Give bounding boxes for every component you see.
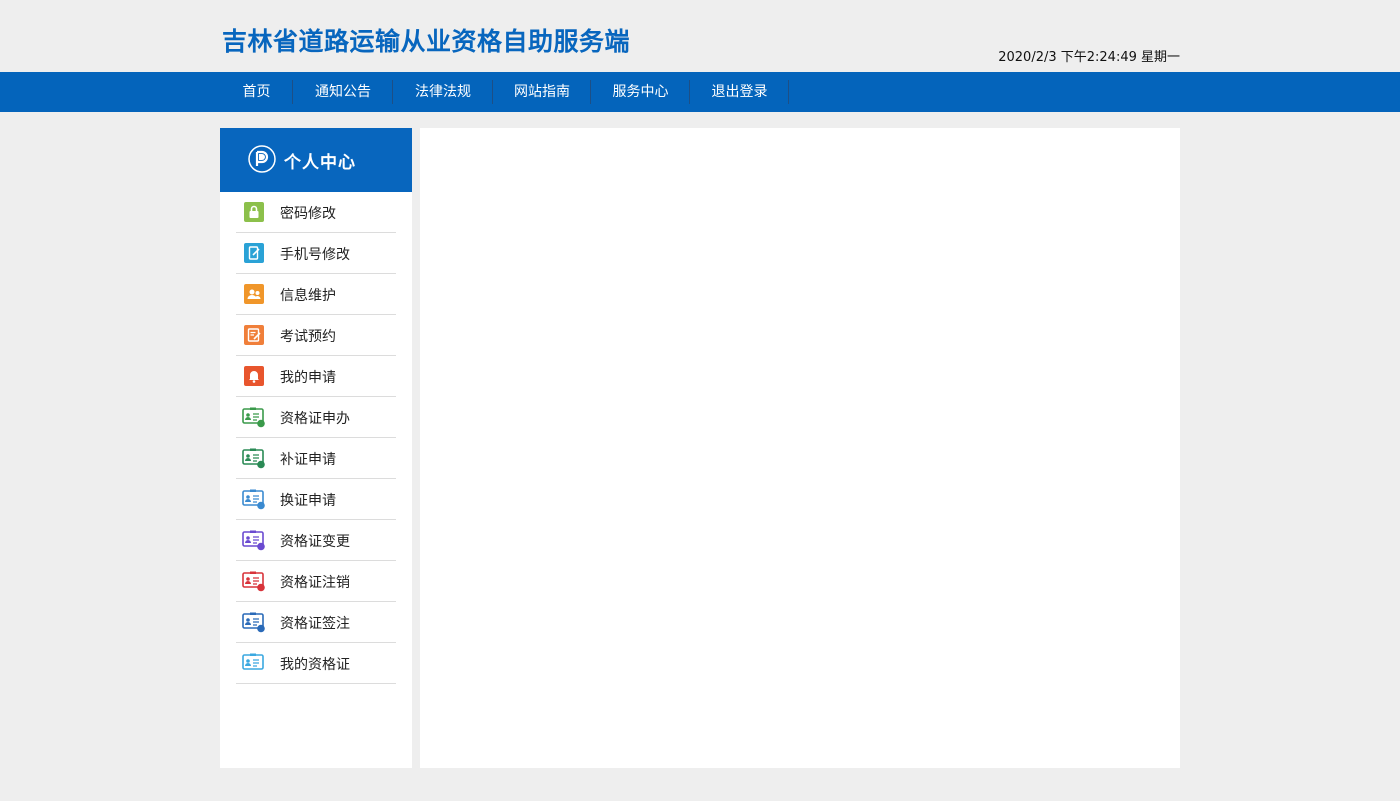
sidebar-item-label: 资格证签注	[280, 616, 350, 632]
id-card-apply-icon	[242, 407, 265, 428]
sidebar-item-label: 信息维护	[280, 288, 336, 304]
sidebar-item-label: 手机号修改	[280, 247, 350, 263]
sidebar-item-label: 我的资格证	[280, 657, 350, 673]
id-card-reissue-icon	[242, 448, 265, 469]
nav-item-site-guide[interactable]: 网站指南	[493, 72, 591, 112]
nav-item-service-center[interactable]: 服务中心	[591, 72, 690, 112]
sidebar-item-password-change[interactable]: 密码修改	[236, 192, 396, 233]
sidebar-menu: 密码修改 手机号修改 信息维护 考试预约 我的申请 资格证申办 补证申请 换证申…	[220, 192, 412, 684]
sidebar-item-label: 资格证注销	[280, 575, 350, 591]
user-info-icon	[244, 284, 264, 304]
sidebar-item-my-certificate[interactable]: 我的资格证	[236, 643, 396, 684]
id-card-endorse-icon	[242, 612, 265, 633]
nav-items: 首页 通知公告 法律法规 网站指南 服务中心 退出登录	[220, 72, 789, 112]
sidebar-header: 个人中心	[220, 128, 412, 192]
nav-item-laws[interactable]: 法律法规	[393, 72, 493, 112]
id-card-cancel-icon	[242, 571, 265, 592]
nav-item-home[interactable]: 首页	[220, 72, 293, 112]
id-card-change-icon	[242, 530, 265, 551]
sidebar-item-label: 密码修改	[280, 206, 336, 222]
id-card-renew-icon	[242, 489, 265, 510]
sidebar-item-certificate-cancel[interactable]: 资格证注销	[236, 561, 396, 602]
sidebar-item-label: 资格证申办	[280, 411, 350, 427]
sidebar-item-certificate-change[interactable]: 资格证变更	[236, 520, 396, 561]
main-content	[420, 128, 1180, 768]
sidebar-item-my-applications[interactable]: 我的申请	[236, 356, 396, 397]
sidebar-item-info-maintenance[interactable]: 信息维护	[236, 274, 396, 315]
sidebar-item-label: 资格证变更	[280, 534, 350, 550]
sidebar-item-certificate-reissue[interactable]: 补证申请	[236, 438, 396, 479]
main-nav: 首页 通知公告 法律法规 网站指南 服务中心 退出登录	[0, 72, 1400, 112]
sidebar-item-exam-booking[interactable]: 考试预约	[236, 315, 396, 356]
sidebar-item-label: 我的申请	[280, 370, 336, 386]
sidebar: 个人中心 密码修改 手机号修改 信息维护 考试预约 我的申请 资格证申办 补证申…	[220, 128, 412, 768]
sidebar-item-label: 补证申请	[280, 452, 336, 468]
sidebar-item-label: 换证申请	[280, 493, 336, 509]
id-card-mine-icon	[242, 653, 264, 670]
datetime-display: 2020/2/3 下午2:24:49 星期一	[998, 50, 1180, 65]
phone-edit-icon	[244, 243, 264, 263]
sidebar-item-certificate-renew[interactable]: 换证申请	[236, 479, 396, 520]
sidebar-item-label: 考试预约	[280, 329, 336, 345]
sidebar-item-certificate-apply[interactable]: 资格证申办	[236, 397, 396, 438]
exam-note-icon	[244, 325, 264, 345]
site-title: 吉林省道路运输从业资格自助服务端	[222, 27, 631, 56]
p-circle-logo-icon	[248, 145, 276, 173]
lock-icon	[244, 202, 264, 222]
nav-item-logout[interactable]: 退出登录	[690, 72, 789, 112]
bell-icon	[244, 366, 264, 386]
sidebar-item-certificate-endorse[interactable]: 资格证签注	[236, 602, 396, 643]
sidebar-title: 个人中心	[284, 153, 356, 173]
nav-item-notices[interactable]: 通知公告	[293, 72, 393, 112]
sidebar-item-phone-change[interactable]: 手机号修改	[236, 233, 396, 274]
